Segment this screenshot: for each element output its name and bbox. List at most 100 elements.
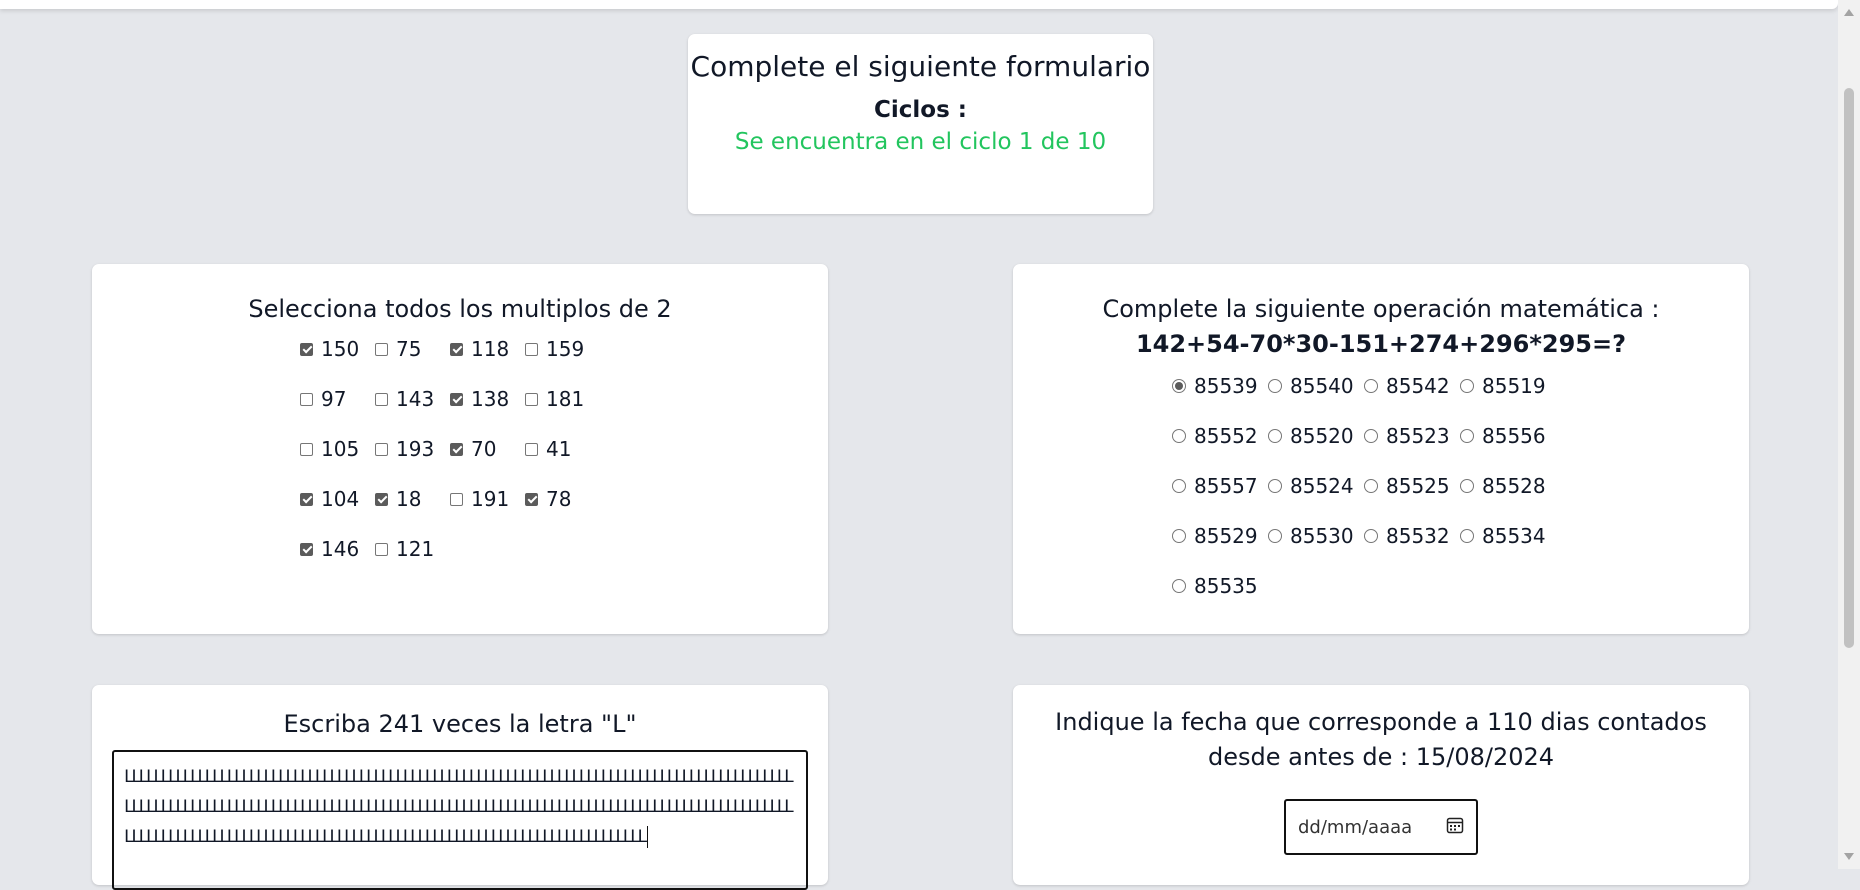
radio-button[interactable] [1460, 379, 1474, 393]
checkbox[interactable] [450, 492, 463, 506]
date-input[interactable]: dd/mm/aaaa [1284, 799, 1478, 855]
math-answer-option[interactable]: 85552 [1172, 422, 1268, 450]
math-answer-option[interactable]: 85520 [1268, 422, 1364, 450]
math-answer-option[interactable]: 85542 [1364, 372, 1460, 400]
multiple-option[interactable]: 159 [525, 335, 600, 363]
radio-button[interactable] [1268, 529, 1282, 543]
scrollbar-thumb[interactable] [1844, 88, 1854, 648]
option-label: 143 [396, 387, 435, 411]
checkbox[interactable] [525, 392, 538, 406]
date-question: Indique la fecha que corresponde a 110 d… [1055, 708, 1707, 771]
radio-button[interactable] [1364, 379, 1378, 393]
checkbox[interactable] [300, 342, 313, 356]
option-label: 85529 [1194, 524, 1258, 548]
option-label: 118 [471, 337, 510, 361]
multiple-option[interactable]: 121 [375, 535, 450, 563]
checkbox[interactable] [300, 392, 313, 406]
multiple-option[interactable]: 70 [450, 435, 525, 463]
letters-question-card: Escriba 241 veces la letra "L" LLLLLLLLL… [92, 685, 828, 890]
radio-button[interactable] [1172, 529, 1186, 543]
radio-button[interactable] [1268, 479, 1282, 493]
option-label: 159 [546, 337, 585, 361]
checkbox[interactable] [450, 442, 463, 456]
math-answer-option[interactable]: 85529 [1172, 522, 1268, 550]
checkbox[interactable] [375, 392, 388, 406]
date-question-card: Indique la fecha que corresponde a 110 d… [1013, 685, 1749, 885]
option-label: 138 [471, 387, 510, 411]
option-label: 85535 [1194, 574, 1258, 598]
checkbox[interactable] [300, 492, 313, 506]
math-expression: 142+54-70*30-151+274+296*295=? [1135, 330, 1627, 358]
checkbox[interactable] [375, 542, 388, 556]
radio-button[interactable] [1172, 479, 1186, 493]
checkbox[interactable] [375, 442, 388, 456]
option-label: 146 [321, 537, 360, 561]
multiple-option[interactable]: 143 [375, 385, 450, 413]
multiples-question-card: Selecciona todos los multiplos de 2 150 7… [92, 264, 828, 634]
radio-button[interactable] [1460, 429, 1474, 443]
multiple-option[interactable]: 41 [525, 435, 600, 463]
checkbox[interactable] [450, 342, 463, 356]
math-answer-option[interactable]: 85540 [1268, 372, 1364, 400]
radio-button[interactable] [1172, 379, 1186, 393]
radio-button[interactable] [1364, 529, 1378, 543]
option-label: 85540 [1290, 374, 1354, 398]
option-label: 18 [396, 487, 422, 511]
math-answer-option[interactable]: 85557 [1172, 472, 1268, 500]
option-label: 104 [321, 487, 360, 511]
multiple-option[interactable]: 138 [450, 385, 525, 413]
multiple-option[interactable]: 181 [525, 385, 600, 413]
letters-textarea[interactable]: LLLLLLLLLLLLLLLLLLLLLLLLLLLLLLLLLLLLLLLL… [112, 750, 808, 890]
math-answer-option[interactable]: 85528 [1460, 472, 1556, 500]
math-answer-option[interactable]: 85539 [1172, 372, 1268, 400]
calendar-icon[interactable] [1446, 816, 1464, 838]
option-label: 150 [321, 337, 360, 361]
option-label: 85520 [1290, 424, 1354, 448]
multiple-option[interactable]: 75 [375, 335, 450, 363]
multiple-option[interactable]: 18 [375, 485, 450, 513]
vertical-scrollbar[interactable] [1838, 0, 1860, 869]
multiple-option[interactable]: 191 [450, 485, 525, 513]
option-label: 85542 [1386, 374, 1450, 398]
math-answer-option[interactable]: 85530 [1268, 522, 1364, 550]
cycles-status: Se encuentra en el ciclo 1 de 10 [734, 129, 1107, 155]
radio-button[interactable] [1172, 579, 1186, 593]
checkbox[interactable] [450, 392, 463, 406]
checkbox[interactable] [300, 442, 313, 456]
multiple-option[interactable]: 105 [300, 435, 375, 463]
radio-button[interactable] [1460, 529, 1474, 543]
math-answer-option[interactable]: 85524 [1268, 472, 1364, 500]
multiple-option[interactable]: 193 [375, 435, 450, 463]
radio-button[interactable] [1364, 479, 1378, 493]
radio-button[interactable] [1268, 429, 1282, 443]
letters-question: Escriba 241 veces la letra "L" [283, 710, 637, 738]
multiple-option[interactable]: 118 [450, 335, 525, 363]
checkbox[interactable] [375, 342, 388, 356]
multiple-option[interactable]: 150 [300, 335, 375, 363]
multiple-option[interactable]: 146 [300, 535, 375, 563]
multiple-option[interactable]: 97 [300, 385, 375, 413]
radio-button[interactable] [1172, 429, 1186, 443]
radio-button[interactable] [1364, 429, 1378, 443]
checkbox[interactable] [525, 442, 538, 456]
radio-button[interactable] [1268, 379, 1282, 393]
multiple-option[interactable]: 104 [300, 485, 375, 513]
scroll-up-arrow[interactable] [1844, 9, 1854, 16]
math-answer-option[interactable]: 85532 [1364, 522, 1460, 550]
checkbox[interactable] [300, 542, 313, 556]
math-answer-option[interactable]: 85519 [1460, 372, 1556, 400]
checkbox[interactable] [525, 342, 538, 356]
option-label: 41 [546, 437, 572, 461]
math-answer-option[interactable]: 85534 [1460, 522, 1556, 550]
math-answer-option[interactable]: 85525 [1364, 472, 1460, 500]
option-label: 70 [471, 437, 497, 461]
scroll-down-arrow[interactable] [1844, 853, 1854, 860]
multiples-question: Selecciona todos los multiplos de 2 [248, 295, 672, 323]
math-answer-option[interactable]: 85523 [1364, 422, 1460, 450]
multiple-option[interactable]: 78 [525, 485, 600, 513]
radio-button[interactable] [1460, 479, 1474, 493]
math-answer-option[interactable]: 85556 [1460, 422, 1556, 450]
checkbox[interactable] [525, 492, 538, 506]
checkbox[interactable] [375, 492, 388, 506]
math-answer-option[interactable]: 85535 [1172, 572, 1268, 600]
